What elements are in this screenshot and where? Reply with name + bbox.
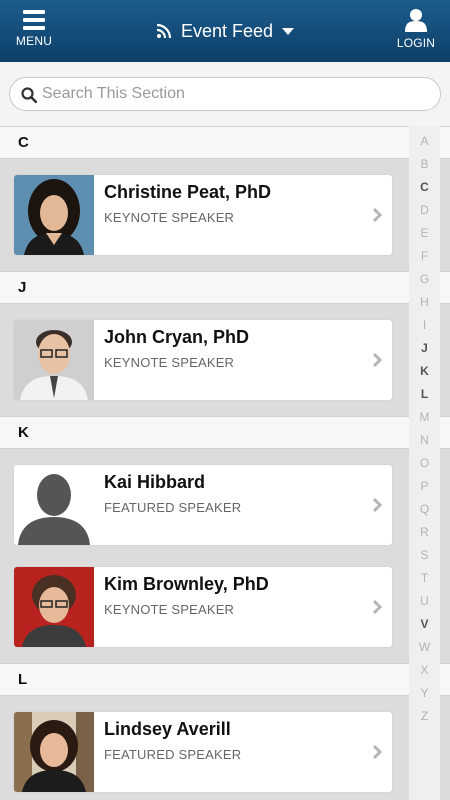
speaker-name: Kim Brownley, PhD (104, 574, 269, 594)
list-item-kim-brownley[interactable]: Kim Brownley, PhD KEYNOTE SPEAKER (13, 566, 393, 648)
alphabet-index-letter-t[interactable]: T (409, 567, 440, 590)
avatar (14, 320, 94, 400)
alphabet-index-letter-o[interactable]: O (409, 452, 440, 475)
avatar (14, 567, 94, 647)
alphabet-index-letter-k[interactable]: K (409, 360, 440, 383)
search-bar (0, 62, 450, 126)
avatar (14, 712, 94, 792)
list-item-kai-hibbard[interactable]: Kai Hibbard FEATURED SPEAKER (13, 464, 393, 546)
speaker-list: C Christine Peat, PhD KEYNOTE SPEAKER J (0, 126, 450, 793)
section-header-c: C (0, 126, 450, 159)
alphabet-index-letter-f[interactable]: F (409, 245, 440, 268)
alphabet-index-letter-n[interactable]: N (409, 429, 440, 452)
section-header-l: L (0, 663, 450, 696)
alphabet-index-letter-m[interactable]: M (409, 406, 440, 429)
alphabet-index-letter-b[interactable]: B (409, 153, 440, 176)
alphabet-index-letter-j[interactable]: J (409, 337, 440, 360)
search-input[interactable] (42, 82, 432, 106)
alphabet-index-letter-x[interactable]: X (409, 659, 440, 682)
alphabet-index-letter-z[interactable]: Z (409, 705, 440, 728)
alphabet-index-letter-p[interactable]: P (409, 475, 440, 498)
search-box (9, 77, 441, 111)
list-item-christine-peat[interactable]: Christine Peat, PhD KEYNOTE SPEAKER (13, 174, 393, 256)
chevron-right-icon (372, 497, 382, 513)
search-icon (21, 87, 37, 103)
login-label: LOGIN (396, 36, 436, 50)
alphabet-index-letter-d[interactable]: D (409, 199, 440, 222)
speaker-name: Kai Hibbard (104, 472, 206, 492)
speaker-name: Christine Peat, PhD (104, 182, 272, 202)
speaker-role: FEATURED SPEAKER (104, 747, 242, 762)
section-header-j: J (0, 271, 450, 304)
chevron-right-icon (372, 352, 382, 368)
speaker-role: KEYNOTE SPEAKER (104, 355, 235, 370)
alphabet-index-letter-i[interactable]: I (409, 314, 440, 337)
alphabet-index-letter-r[interactable]: R (409, 521, 440, 544)
avatar-placeholder (14, 465, 94, 545)
login-button[interactable]: LOGIN (396, 8, 436, 50)
alphabet-index-letter-g[interactable]: G (409, 268, 440, 291)
list-item-lindsey-averill[interactable]: Lindsey Averill FEATURED SPEAKER (13, 711, 393, 793)
chevron-right-icon (372, 599, 382, 615)
alphabet-index-letter-a[interactable]: A (409, 130, 440, 153)
alphabet-index-letter-l[interactable]: L (409, 383, 440, 406)
alphabet-index-letter-v[interactable]: V (409, 613, 440, 636)
rss-icon (156, 24, 172, 39)
section-header-k: K (0, 416, 450, 449)
alphabet-index-letter-c[interactable]: C (409, 176, 440, 199)
chevron-right-icon (372, 744, 382, 760)
event-feed-dropdown[interactable]: Event Feed (0, 20, 450, 42)
alphabet-index-letter-y[interactable]: Y (409, 682, 440, 705)
avatar (14, 175, 94, 255)
page-title: Event Feed (180, 20, 274, 41)
alphabet-index-letter-w[interactable]: W (409, 636, 440, 659)
chevron-right-icon (372, 207, 382, 223)
speaker-name: John Cryan, PhD (104, 327, 250, 347)
alphabet-index-letter-h[interactable]: H (409, 291, 440, 314)
list-item-john-cryan[interactable]: John Cryan, PhD KEYNOTE SPEAKER (13, 319, 393, 401)
alphabet-index-letter-s[interactable]: S (409, 544, 440, 567)
alphabet-index-letter-u[interactable]: U (409, 590, 440, 613)
speaker-role: KEYNOTE SPEAKER (104, 210, 235, 225)
alphabet-index[interactable]: ABCDEFGHIJKLMNOPQRSTUVWXYZ (409, 126, 440, 800)
alphabet-index-letter-e[interactable]: E (409, 222, 440, 245)
alphabet-index-letter-q[interactable]: Q (409, 498, 440, 521)
speaker-role: KEYNOTE SPEAKER (104, 602, 235, 617)
speaker-role: FEATURED SPEAKER (104, 500, 242, 515)
caret-down-icon (282, 27, 295, 35)
user-icon (405, 9, 427, 32)
speaker-name: Lindsey Averill (104, 719, 231, 739)
top-bar: MENU Event Feed LOGIN (0, 0, 450, 62)
